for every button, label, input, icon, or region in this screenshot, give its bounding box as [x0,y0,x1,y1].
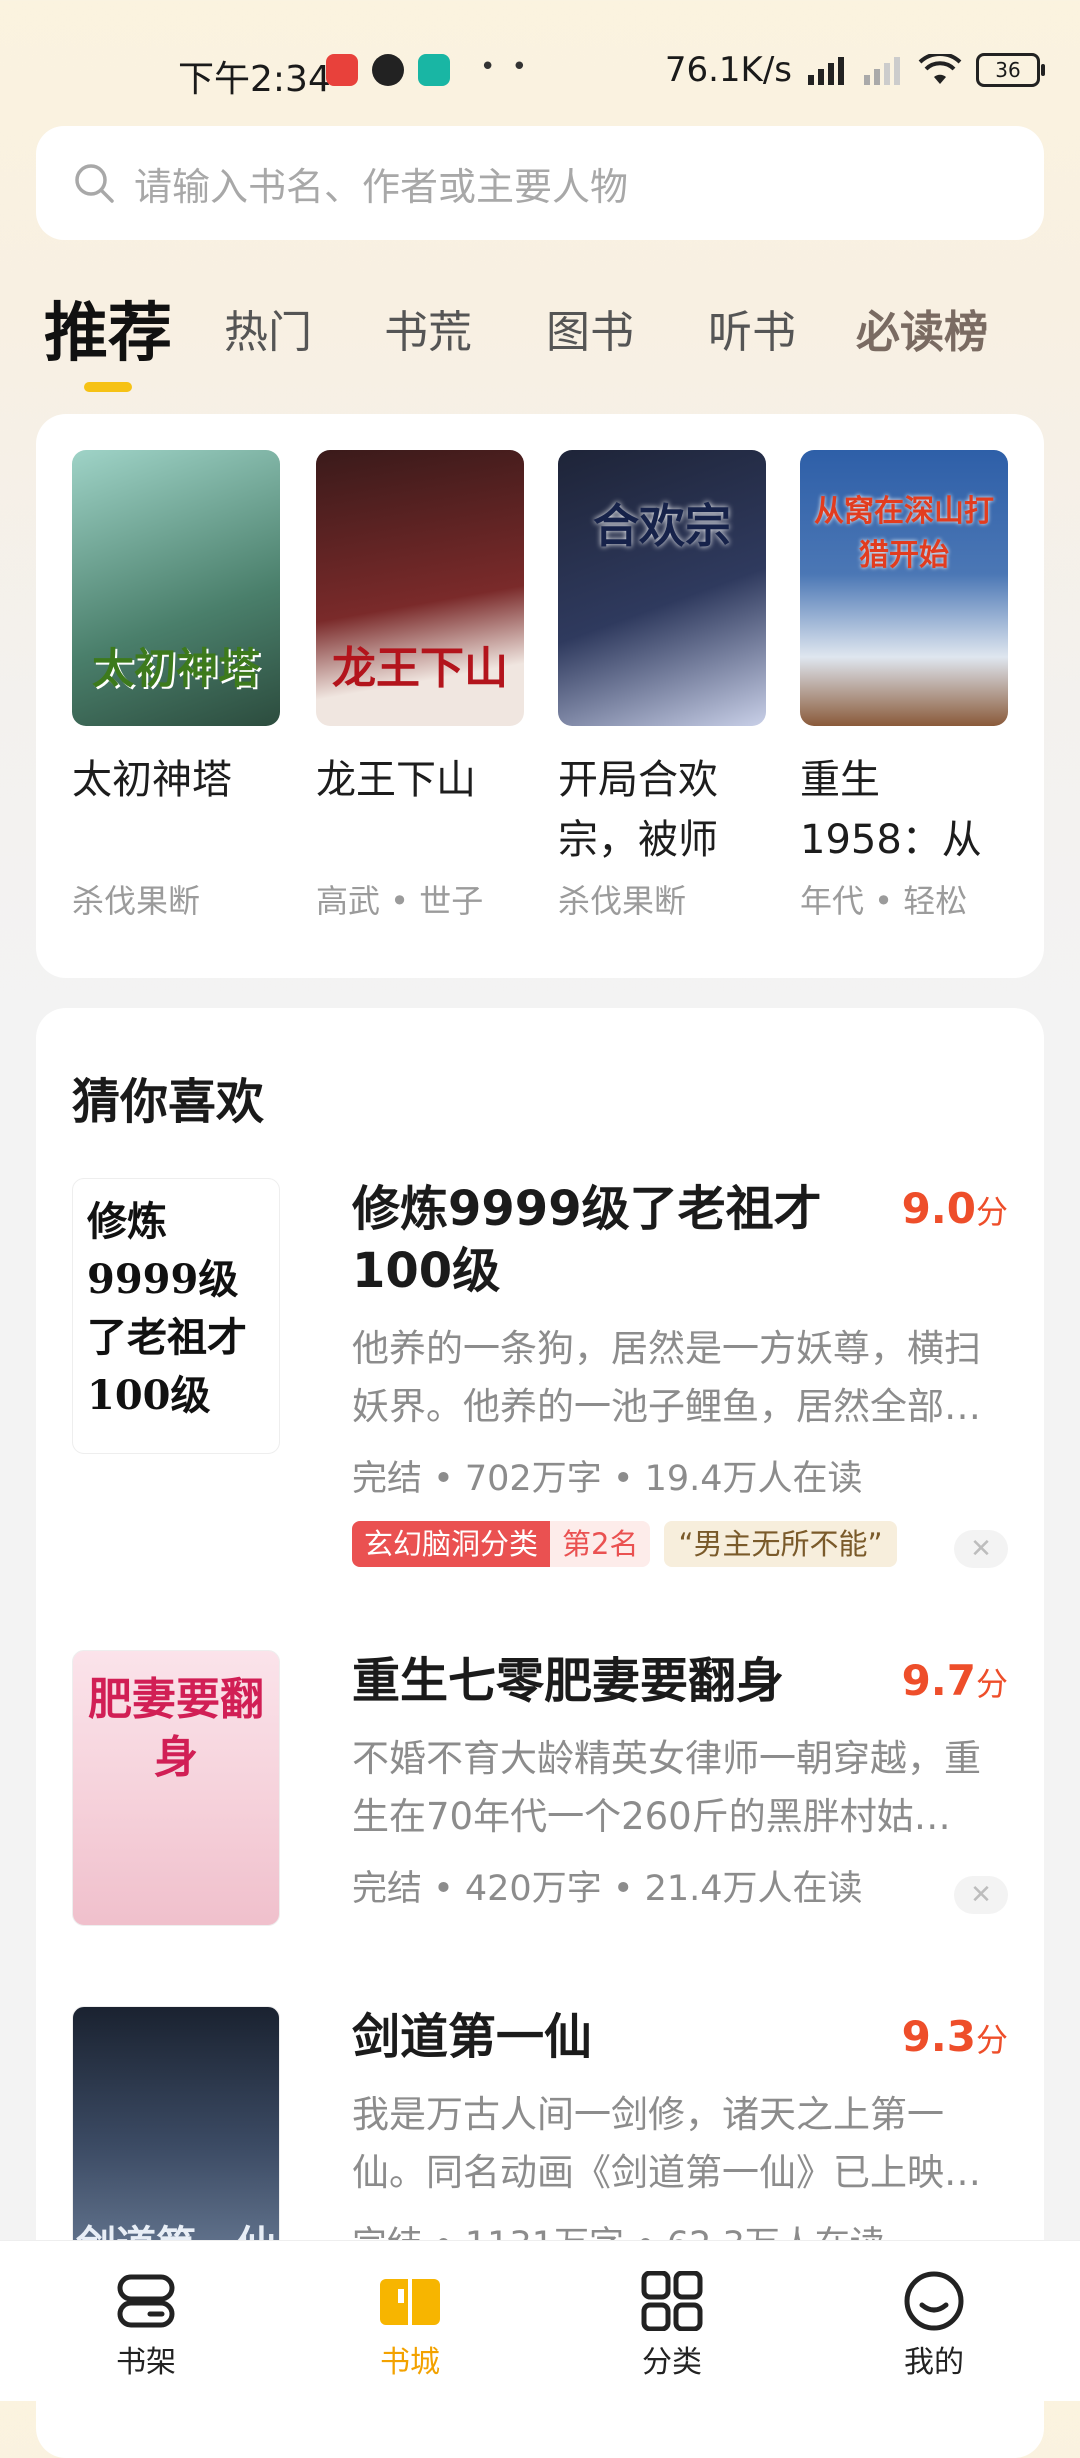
close-icon: ✕ [970,1534,992,1564]
book-title: 重生七零肥妻要翻身 [352,1653,785,1709]
book-info: 重生七零肥妻要翻身 9.7分 不婚不育大龄精英女律师一朝穿越，重生在70年代一个… [352,1650,1008,1911]
recommend-card: 太初神塔 太初神塔 杀伐果断 龙王下山 龙王下山 高武 • 世子 合欢宗 开局合… [36,414,1044,978]
tab-book-shortage[interactable]: 书荒 [384,296,472,360]
book-cover[interactable]: 从窝在深山打猎开始 [800,450,1008,726]
nav-label: 分类 [642,2345,702,2380]
signal-icon [808,57,844,85]
grid-icon [641,2271,703,2331]
book-meta: 完结 • 420万字 • 21.4万人在读 [352,1869,863,1909]
nav-bookshelf[interactable]: 书架 [76,2271,216,2381]
nav-category[interactable]: 分类 [602,2271,742,2381]
score-value: 9.3 [901,2012,976,2061]
score-unit: 分 [975,1665,1008,1703]
book-badges: 玄幻脑洞分类 第2名 “男主无所不能” [352,1521,1008,1567]
book-tag: 高武 • 世子 [316,882,484,920]
nav-bookstore[interactable]: 书城 [340,2271,480,2381]
close-icon: ✕ [970,1880,992,1910]
section-title: 猜你喜欢 [72,1074,265,1130]
rank-position: 第2名 [550,1521,651,1567]
bottom-navigation: 书架 书城 分类 我的 [0,2240,1080,2401]
search-bar[interactable]: 请输入书名、作者或主要人物 [36,126,1044,240]
book-tag: 年代 • 轻松 [800,882,968,920]
cover-title: 肥妻要翻身 [88,1674,264,1783]
nav-label: 我的 [904,2345,964,2380]
score-value: 9.0 [901,1184,976,1233]
score-value: 9.7 [901,1656,976,1705]
book-info: 修炼9999级了老祖才100级 9.0分 他养的一条狗，居然是一方妖尊，横扫妖界… [352,1178,1008,1567]
rank-badge[interactable]: 玄幻脑洞分类 第2名 [352,1521,651,1567]
dismiss-button[interactable]: ✕ [954,1876,1008,1914]
book-cover[interactable]: 龙王下山 [316,450,524,726]
network-speed: 76.1K/s [664,50,792,90]
cover-title: 太初神塔 [91,644,260,693]
book-cover[interactable]: 太初神塔 [72,450,280,726]
book-description: 我是万古人间一剑修，诸天之上第一仙。同名动画《剑道第一仙》已上映… [352,2093,981,2194]
cover-title: 修炼9999级了老祖才100级 [87,1198,247,1419]
book-title: 太初神塔 [72,757,232,803]
book-title: 开局合欢宗，被师 [558,757,718,863]
status-bar: 下午2:34 • • 76.1K/s 36 [0,0,1080,130]
category-tabs: 推荐 热门 书荒 图书 听书 必读榜 [44,282,1044,392]
rank-category: 玄幻脑洞分类 [352,1521,551,1567]
book-tag: 杀伐果断 [558,882,687,920]
signal-2-icon [864,57,900,85]
battery-indicator: 36 [976,53,1045,87]
book-score: 9.7分 [902,1656,1008,1705]
book-title: 龙王下山 [316,757,476,803]
cover-title: 合欢宗 [593,499,731,553]
book-cover[interactable]: 合欢宗 [558,450,766,726]
score-unit: 分 [975,2021,1008,2059]
cover-title: 龙王下山 [332,643,508,694]
tab-hot[interactable]: 热门 [224,296,312,360]
book-cover[interactable]: 肥妻要翻身 [72,1650,280,1926]
list-item[interactable]: 修炼9999级了老祖才100级 修炼9999级了老祖才100级 9.0分 他养的… [72,1178,1008,1568]
nav-profile[interactable]: 我的 [864,2271,1004,2381]
book-card[interactable]: 太初神塔 太初神塔 杀伐果断 [72,450,280,922]
status-right: 76.1K/s 36 [664,50,1045,90]
dismiss-button[interactable]: ✕ [954,1530,1008,1568]
qq-icon [372,54,404,86]
book-tag: 杀伐果断 [72,882,201,920]
bookshelf-icon [117,2274,175,2328]
book-title: 修炼9999级了老祖才100级 [352,1181,822,1299]
active-tab-indicator [84,382,132,392]
book-card[interactable]: 从窝在深山打猎开始 重生1958：从 年代 • 轻松 [800,450,1008,922]
list-item[interactable]: 肥妻要翻身 重生七零肥妻要翻身 9.7分 不婚不育大龄精英女律师一朝穿越，重生在… [72,1650,1008,1950]
search-icon [75,164,114,203]
score-unit: 分 [975,1193,1008,1231]
tab-audiobooks[interactable]: 听书 [708,296,796,360]
nav-label: 书城 [380,2345,440,2380]
book-description: 他养的一条狗，居然是一方妖尊，横扫妖界。他养的一池子鲤鱼，居然全部… [352,1327,981,1428]
cover-title: 从窝在深山打猎开始 [814,494,994,573]
book-open-icon [380,2279,440,2325]
app-notification-icon [326,54,358,86]
book-description: 不婚不育大龄精英女律师一朝穿越，重生在70年代一个260斤的黑胖村姑… [352,1737,981,1838]
book-card[interactable]: 合欢宗 开局合欢宗，被师 杀伐果断 [558,450,766,922]
tab-books[interactable]: 图书 [546,296,634,360]
notification-icons [326,54,450,86]
book-cover[interactable]: 修炼9999级了老祖才100级 [72,1178,280,1454]
book-info: 剑道第一仙 9.3分 我是万古人间一剑修，诸天之上第一仙。同名动画《剑道第一仙》… [352,2006,1008,2267]
wifi-icon [918,54,962,84]
tab-recommend[interactable]: 推荐 [44,282,172,374]
status-time: 下午2:34 [178,59,331,100]
book-title: 重生1958：从 [800,757,982,863]
nav-label: 书架 [116,2345,176,2380]
book-score: 9.0分 [902,1184,1008,1233]
quote-badge: “男主无所不能” [664,1521,897,1567]
book-meta: 完结 • 702万字 • 19.4万人在读 [352,1459,863,1499]
book-card[interactable]: 龙王下山 龙王下山 高武 • 世子 [316,450,524,922]
boss-app-icon [418,54,450,86]
more-notifications-icon: • • [480,52,531,82]
tab-must-read[interactable]: 必读榜 [856,296,988,360]
book-title: 剑道第一仙 [352,2009,593,2065]
smile-icon [904,2271,964,2331]
book-score: 9.3分 [902,2012,1008,2061]
search-input[interactable]: 请输入书名、作者或主要人物 [134,156,628,211]
